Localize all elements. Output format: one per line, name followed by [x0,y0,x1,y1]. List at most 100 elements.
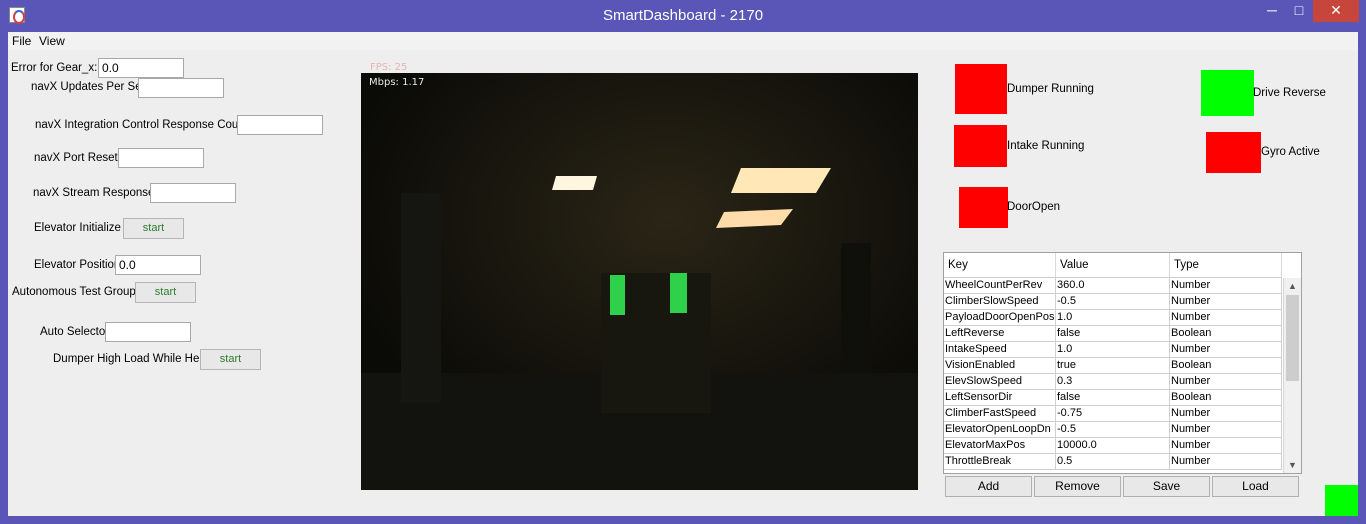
table-cell-value[interactable]: 0.3 [1056,374,1170,390]
table-cell-value[interactable]: 10000.0 [1056,438,1170,454]
intake-running-indicator [954,125,1007,167]
camera-stream: Mbps: 1.17 [361,73,918,490]
load-button[interactable]: Load [1212,476,1299,497]
menu-bar: File View [8,32,1358,50]
table-cell-value[interactable]: false [1056,326,1170,342]
autonomous-test-label: Autonomous Test Group [12,286,136,298]
table-row[interactable]: ElevatorMaxPos 10000.0 Number [944,438,1282,454]
dumper-running-label: Dumper Running [1007,83,1094,95]
dashboard-client-area: File View Error for Gear_x: 0.0 navX Upd… [8,32,1358,516]
table-row[interactable]: ClimberFastSpeed -0.75 Number [944,406,1282,422]
table-cell-value[interactable]: 1.0 [1056,342,1170,358]
drive-reverse-indicator [1201,70,1254,116]
table-cell-key[interactable]: ElevatorMaxPos [944,438,1056,454]
elevator-initialize-label: Elevator Initialize [34,222,121,234]
add-button[interactable]: Add [945,476,1032,497]
elevator-position-label: Elevator Position [34,259,121,271]
column-header-key[interactable]: Key [944,253,1056,278]
table-cell-type[interactable]: Number [1170,422,1282,438]
table-cell-key[interactable]: IntakeSpeed [944,342,1056,358]
table-cell-key[interactable]: PayloadDoorOpenPos [944,310,1056,326]
auto-selector-field[interactable] [105,322,191,342]
close-button[interactable]: ✕ [1313,0,1359,22]
remove-button[interactable]: Remove [1034,476,1121,497]
autonomous-test-start-button[interactable]: start [135,282,196,303]
navx-port-resets-label: navX Port Resets [34,152,124,164]
table-cell-key[interactable]: ClimberFastSpeed [944,406,1056,422]
table-cell-type[interactable]: Number [1170,310,1282,326]
elevator-initialize-start-button[interactable]: start [123,218,184,239]
table-cell-value[interactable]: 0.5 [1056,454,1170,470]
gyro-active-indicator [1206,132,1261,173]
dumper-high-load-label: Dumper High Load While Held [53,353,209,365]
drive-reverse-label: Drive Reverse [1253,87,1326,99]
camera-mbps-readout: Mbps: 1.17 [369,77,425,88]
table-cell-value[interactable]: -0.75 [1056,406,1170,422]
scroll-down-arrow-icon[interactable]: ▼ [1284,457,1301,473]
status-indicator [1325,485,1358,516]
table-cell-type[interactable]: Number [1170,278,1282,294]
auto-selector-label: Auto Selector [40,326,110,338]
table-row[interactable]: ClimberSlowSpeed -0.5 Number [944,294,1282,310]
table-cell-type[interactable]: Boolean [1170,358,1282,374]
navx-integration-label: navX Integration Control Response Count [35,119,248,131]
table-row[interactable]: ElevatorOpenLoopDn -0.5 Number [944,422,1282,438]
table-row[interactable]: ThrottleBreak 0.5 Number [944,454,1282,470]
table-cell-type[interactable]: Number [1170,406,1282,422]
navx-port-resets-field[interactable] [118,148,204,168]
table-cell-type[interactable]: Number [1170,374,1282,390]
table-cell-type[interactable]: Number [1170,294,1282,310]
maximize-button[interactable]: □ [1286,0,1312,22]
camera-frame-image [361,73,918,490]
table-row[interactable]: PayloadDoorOpenPos 1.0 Number [944,310,1282,326]
table-cell-value[interactable]: true [1056,358,1170,374]
table-row[interactable]: LeftSensorDir false Boolean [944,390,1282,406]
error-gear-label: Error for Gear_x: [11,62,98,74]
table-body: WheelCountPerRev 360.0 Number ClimberSlowSp… [944,278,1282,473]
navx-integration-field[interactable] [237,115,323,135]
elevator-position-field[interactable]: 0.0 [115,255,201,275]
table-cell-value[interactable]: 1.0 [1056,310,1170,326]
table-cell-key[interactable]: ElevSlowSpeed [944,374,1056,390]
preferences-table: Key Value Type WheelCountPerRev 360.0 Numb… [943,252,1302,474]
minimize-button[interactable]: ─ [1259,0,1285,22]
door-open-label: DoorOpen [1007,201,1061,213]
table-cell-value[interactable]: -0.5 [1056,422,1170,438]
table-row[interactable]: LeftReverse false Boolean [944,326,1282,342]
scroll-thumb[interactable] [1286,295,1299,381]
menu-file[interactable]: File [12,34,31,48]
table-cell-type[interactable]: Number [1170,454,1282,470]
table-cell-key[interactable]: ClimberSlowSpeed [944,294,1056,310]
table-cell-type[interactable]: Number [1170,342,1282,358]
error-gear-field[interactable]: 0.0 [98,58,184,78]
dumper-high-load-start-button[interactable]: start [200,349,261,370]
table-row[interactable]: ElevSlowSpeed 0.3 Number [944,374,1282,390]
table-cell-type[interactable]: Boolean [1170,390,1282,406]
save-button[interactable]: Save [1123,476,1210,497]
column-header-value[interactable]: Value [1056,253,1170,278]
navx-updates-field[interactable] [138,78,224,98]
table-cell-type[interactable]: Number [1170,438,1282,454]
table-row[interactable]: IntakeSpeed 1.0 Number [944,342,1282,358]
table-cell-value[interactable]: -0.5 [1056,294,1170,310]
window-title: SmartDashboard - 2170 [602,7,764,24]
column-header-type[interactable]: Type [1170,253,1282,278]
table-row[interactable]: WheelCountPerRev 360.0 Number [944,278,1282,294]
table-cell-type[interactable]: Boolean [1170,326,1282,342]
table-cell-key[interactable]: WheelCountPerRev [944,278,1056,294]
table-cell-value[interactable]: false [1056,390,1170,406]
menu-view[interactable]: View [39,34,65,48]
table-cell-key[interactable]: LeftReverse [944,326,1056,342]
dumper-running-indicator [955,64,1007,114]
table-cell-key[interactable]: LeftSensorDir [944,390,1056,406]
table-cell-key[interactable]: ThrottleBreak [944,454,1056,470]
table-cell-key[interactable]: VisionEnabled [944,358,1056,374]
table-scrollbar[interactable]: ▲ ▼ [1283,278,1301,473]
title-bar: SmartDashboard - 2170 ─ □ ✕ [0,0,1366,32]
table-cell-value[interactable]: 360.0 [1056,278,1170,294]
gyro-active-label: Gyro Active [1261,146,1320,158]
table-cell-key[interactable]: ElevatorOpenLoopDn [944,422,1056,438]
navx-stream-field[interactable] [150,183,236,203]
table-row[interactable]: VisionEnabled true Boolean [944,358,1282,374]
scroll-up-arrow-icon[interactable]: ▲ [1284,278,1301,294]
